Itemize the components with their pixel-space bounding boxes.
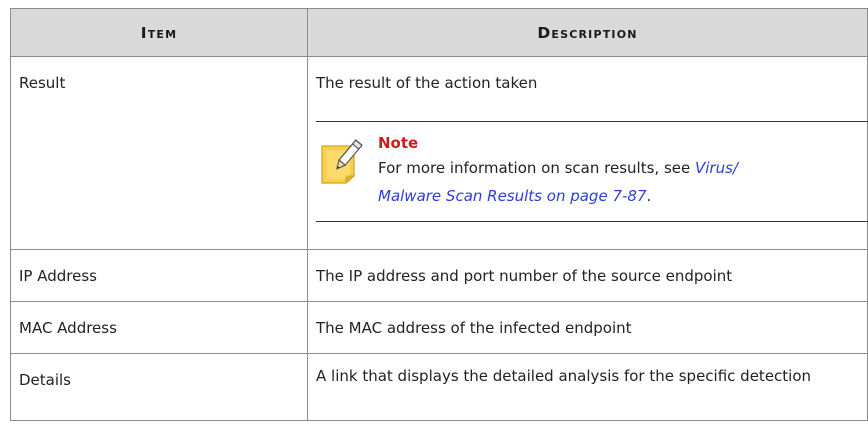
- description-cell: The result of the action taken Note For …: [307, 56, 868, 250]
- description-cell: A link that displays the detailed analys…: [307, 353, 868, 421]
- item-label: Result: [19, 74, 66, 92]
- table-row: Details A link that displays the detaile…: [10, 353, 868, 421]
- table-row: MAC Address The MAC address of the infec…: [10, 301, 868, 354]
- note-text: For more information on scan results, se…: [378, 159, 738, 205]
- description-text: A link that displays the detailed analys…: [316, 367, 812, 385]
- description-cell: The MAC address of the infected endpoint: [307, 301, 868, 354]
- item-cell: Result: [10, 56, 308, 250]
- description-text: The IP address and port number of the so…: [316, 267, 733, 285]
- description-cell: The IP address and port number of the so…: [307, 249, 868, 302]
- table-row: IP Address The IP address and port numbe…: [10, 249, 868, 302]
- item-label: MAC Address: [19, 319, 117, 337]
- description-text: The result of the action taken: [316, 74, 538, 92]
- item-cell: MAC Address: [10, 301, 308, 354]
- item-label: IP Address: [19, 267, 97, 285]
- table-row: Result The result of the action taken No…: [10, 56, 868, 250]
- header-item: Item: [10, 8, 308, 57]
- table-header-row: Item Description: [10, 8, 868, 57]
- note-title: Note: [378, 134, 419, 152]
- header-description: Description: [307, 8, 868, 57]
- note-block: Note For more information on scan result…: [316, 121, 868, 222]
- item-cell: IP Address: [10, 249, 308, 302]
- item-cell: Details: [10, 353, 308, 421]
- item-label: Details: [19, 371, 72, 389]
- note-pencil-icon: [318, 136, 364, 185]
- description-table: Item Description Result The result of th…: [10, 8, 868, 421]
- description-text: The MAC address of the infected endpoint: [316, 319, 632, 337]
